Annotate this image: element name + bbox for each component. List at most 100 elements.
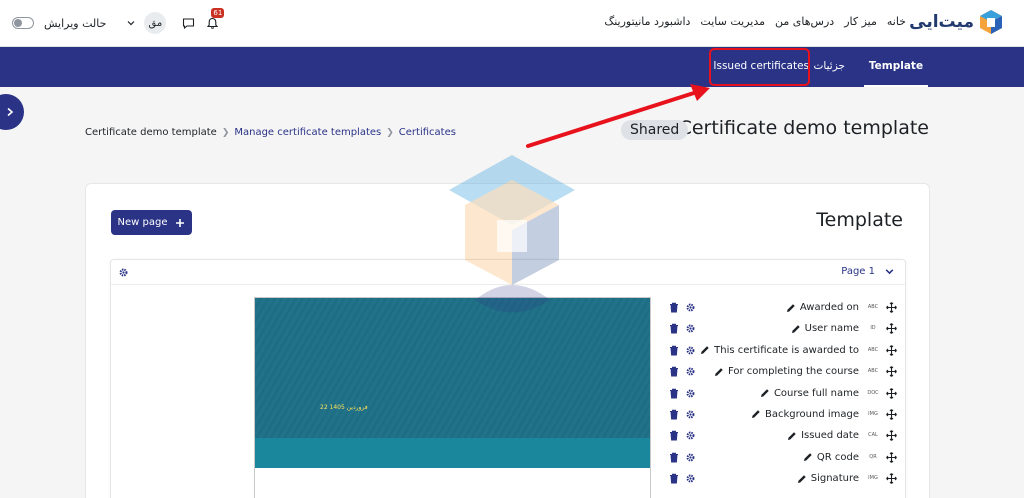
move-icon[interactable]: [886, 430, 897, 442]
element-actions: [669, 452, 696, 463]
move-icon[interactable]: [886, 451, 897, 463]
move-icon[interactable]: [886, 409, 897, 420]
chevron-down-icon[interactable]: [126, 18, 136, 28]
gear-icon[interactable]: [685, 345, 696, 356]
plus-icon: [176, 218, 185, 227]
nav-dashboard[interactable]: میز کار: [844, 15, 877, 28]
element-label: Issued date: [801, 430, 859, 442]
element-name[interactable]: For completing the course: [714, 366, 859, 377]
secondary-navbar: Template جزئیات Issued certificates: [0, 47, 1024, 87]
element-row: Course full name DOC: [669, 384, 901, 405]
pencil-icon[interactable]: [714, 367, 724, 377]
highlight-box-annotation: [709, 48, 810, 86]
pencil-icon[interactable]: [786, 303, 796, 313]
element-actions: [669, 473, 696, 484]
gear-icon[interactable]: [685, 430, 696, 441]
element-label: This certificate is awarded to: [714, 344, 859, 356]
trash-icon[interactable]: [669, 323, 679, 334]
shared-badge: Shared: [621, 120, 689, 140]
preview-date-text[interactable]: 22 فروردین 1405: [320, 404, 368, 411]
message-icon[interactable]: [180, 15, 196, 31]
element-name[interactable]: Awarded on: [786, 302, 859, 313]
element-actions: [669, 302, 696, 313]
element-name[interactable]: Signature: [797, 473, 859, 484]
gear-icon[interactable]: [685, 302, 696, 313]
chevron-right-icon: [7, 107, 14, 117]
element-type-icon: CAL: [868, 432, 878, 439]
gear-icon[interactable]: [685, 388, 696, 399]
element-label: Signature: [810, 473, 859, 485]
pencil-icon[interactable]: [803, 452, 813, 462]
pencil-icon[interactable]: [751, 409, 761, 419]
trash-icon[interactable]: [669, 366, 679, 377]
element-name[interactable]: Course full name: [760, 388, 859, 399]
element-row: For completing the course ABC: [669, 362, 901, 383]
gear-icon[interactable]: [685, 409, 696, 420]
trash-icon[interactable]: [669, 452, 679, 463]
element-type-icon: ABC: [867, 346, 879, 353]
element-name[interactable]: QR code: [803, 452, 859, 463]
element-actions: [669, 366, 696, 377]
primary-nav: خانه میز کار درس‌های من مدیریت سایت داشب…: [604, 15, 906, 28]
breadcrumb-separator-icon: ❯: [221, 127, 230, 138]
trash-icon[interactable]: [669, 302, 679, 313]
gear-icon[interactable]: [685, 366, 696, 377]
move-icon[interactable]: [886, 473, 897, 485]
breadcrumb-item-certificates[interactable]: Certificates: [399, 127, 456, 138]
page-title: Certificate demo template: [678, 117, 929, 139]
top-navbar: میت‌ایی خانه میز کار درس‌های من مدیریت س…: [0, 0, 1024, 47]
tab-details[interactable]: جزئیات: [814, 47, 845, 87]
trash-icon[interactable]: [669, 388, 679, 399]
move-icon[interactable]: [886, 387, 897, 399]
move-icon[interactable]: [886, 302, 897, 313]
drawer-toggle-button[interactable]: [0, 94, 24, 130]
nav-my-courses[interactable]: درس‌های من: [775, 15, 834, 28]
element-row: Issued date CAL: [669, 426, 901, 447]
page-label: Page 1: [841, 266, 875, 277]
element-row: Signature IMG: [669, 469, 901, 490]
element-actions: [669, 430, 696, 441]
element-type-icon: ABC: [867, 304, 879, 310]
chevron-down-icon[interactable]: [884, 266, 895, 277]
card-title: Template: [816, 209, 903, 231]
element-type-icon: IMG: [868, 475, 878, 482]
pencil-icon[interactable]: [760, 388, 770, 398]
notification-bell-icon[interactable]: 61: [204, 8, 225, 31]
gear-icon[interactable]: [685, 452, 696, 463]
trash-icon[interactable]: [669, 430, 679, 441]
pencil-icon[interactable]: [700, 345, 710, 355]
element-row: Awarded on ABC: [669, 298, 901, 319]
avatar[interactable]: مق: [144, 12, 167, 34]
trash-icon[interactable]: [669, 473, 679, 484]
tab-template[interactable]: Template: [864, 47, 928, 87]
element-row: Background image IMG: [669, 405, 901, 426]
pencil-icon[interactable]: [797, 474, 807, 484]
move-icon[interactable]: [886, 366, 897, 378]
nav-monitoring-dashboard[interactable]: داشبورد مانیتورینگ: [604, 15, 690, 28]
element-actions: [669, 323, 696, 334]
user-controls: حالت ویرایش مق 61: [12, 8, 225, 34]
element-name[interactable]: Issued date: [787, 430, 859, 441]
trash-icon[interactable]: [669, 409, 679, 420]
move-icon[interactable]: [886, 344, 897, 356]
edit-mode-toggle[interactable]: [12, 17, 34, 29]
nav-site-admin[interactable]: مدیریت سایت: [700, 15, 765, 28]
breadcrumb-item-manage-templates[interactable]: Manage certificate templates: [234, 127, 381, 138]
element-name[interactable]: Background image: [751, 409, 859, 420]
gear-icon[interactable]: [118, 267, 129, 278]
breadcrumb-separator-icon: ❯: [386, 127, 394, 138]
gear-icon[interactable]: [685, 323, 696, 334]
element-name[interactable]: User name: [791, 323, 859, 334]
element-type-icon: ID: [870, 325, 876, 332]
trash-icon[interactable]: [669, 345, 679, 356]
brand[interactable]: میت‌ایی: [909, 9, 1004, 35]
pencil-icon[interactable]: [791, 324, 801, 334]
nav-home[interactable]: خانه: [887, 15, 906, 28]
new-page-button[interactable]: New page: [111, 210, 192, 235]
edit-mode-label: حالت ویرایش: [44, 16, 107, 30]
move-icon[interactable]: [886, 323, 897, 335]
pencil-icon[interactable]: [787, 431, 797, 441]
gear-icon[interactable]: [685, 473, 696, 484]
element-row: This certificate is awarded to ABC: [669, 341, 901, 362]
element-name[interactable]: This certificate is awarded to: [700, 345, 859, 356]
